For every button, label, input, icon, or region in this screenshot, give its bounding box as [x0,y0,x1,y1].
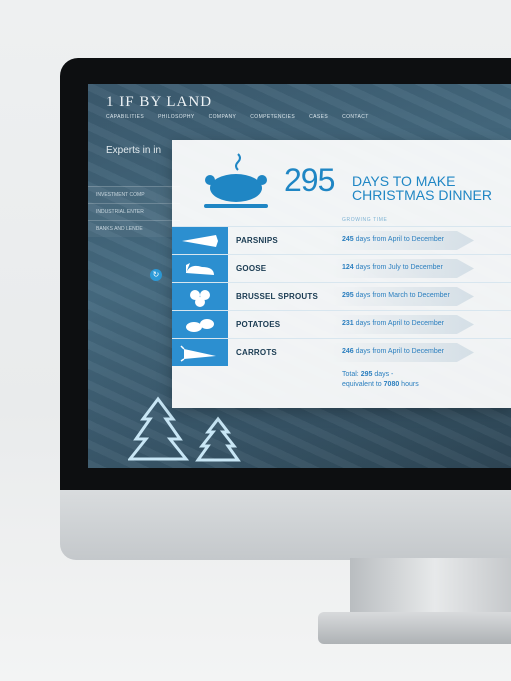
growing-time-text: 231 days from April to December [342,320,444,327]
vegetable-name: GOOSE [236,264,267,273]
side-menu: INVESTMENT COMP INDUSTRIAL ENTER BANKS A… [88,186,180,237]
side-item-industrial[interactable]: INDUSTRIAL ENTER [88,203,180,220]
nav-competencies[interactable]: COMPETENCIES [250,114,295,120]
site-header: 1 IF BY LAND CAPABILITIES PHILOSOPHY COM… [88,84,511,124]
hero-text: Experts in in [106,145,162,156]
list-item: GOOSE 124 days from July to December [172,254,511,282]
total-hours-suffix: hours [399,381,419,388]
vegetable-name: PARSNIPS [236,236,278,245]
list-item: POTATOES 231 days from April to December [172,310,511,338]
nav-philosophy[interactable]: PHILOSOPHY [158,114,195,120]
card-title: DAYS TO MAKE CHRISTMAS DINNER [352,174,511,202]
card-title-line1: DAYS TO MAKE [352,173,456,189]
growing-time-text: 124 days from July to December [342,264,443,271]
total-prefix: Total: [342,371,361,378]
days-value: 124 [342,264,354,271]
potato-icon [172,311,228,338]
vegetable-name: CARROTS [236,348,277,357]
sprouts-icon [172,283,228,310]
list-item: CARROTS 246 days from April to December [172,338,511,366]
growing-time-label: GROWING TIME [342,217,388,223]
goose-icon [172,255,228,282]
days-value: 231 [342,320,354,327]
total-hours-line: equivalent to 7080 hours [342,380,419,390]
monitor-chin [60,490,511,560]
carrot-icon [172,339,228,366]
infographic-card: 295 DAYS TO MAKE CHRISTMAS DINNER GROWIN… [172,140,511,408]
nav-capabilities[interactable]: CAPABILITIES [106,114,144,120]
refresh-icon[interactable]: ↻ [150,269,162,281]
total-days-value: 295 [360,371,373,378]
days-text: days from April to December [353,348,444,355]
days-text: days from April to December [353,320,444,327]
days-text: days from March to December [353,292,450,299]
monitor-stand [350,558,511,618]
vegetable-name: POTATOES [236,320,281,329]
growing-time-text: 295 days from March to December [342,292,450,299]
side-item-investment[interactable]: INVESTMENT COMP [88,186,180,203]
days-value: 246 [342,348,354,355]
total-days-number: 295 [284,162,335,198]
growing-time-text: 245 days from April to December [342,236,444,243]
days-text: days from July to December [353,264,443,271]
roast-turkey-icon [204,153,268,208]
growing-time-text: 246 days from April to December [342,348,444,355]
total-days-suffix: days - [372,371,394,378]
main-nav: CAPABILITIES PHILOSOPHY COMPANY COMPETEN… [106,114,369,120]
total-hours-value: 7080 [383,381,400,388]
days-text: days from April to December [353,236,444,243]
total-days-line: Total: 295 days - [342,370,419,380]
vegetable-name: BRUSSEL SPROUTS [236,292,318,301]
vegetable-list: PARSNIPS 245 days from April to December… [172,226,511,366]
list-item: PARSNIPS 245 days from April to December [172,226,511,254]
side-item-banks[interactable]: BANKS AND LENDE [88,220,180,237]
list-item: BRUSSEL SPROUTS 295 days from March to D… [172,282,511,310]
parsnip-icon [172,227,228,254]
site-logo[interactable]: 1 IF BY LAND [106,94,212,111]
days-value: 245 [342,236,354,243]
nav-contact[interactable]: CONTACT [342,114,369,120]
days-value: 295 [342,292,354,299]
total-equiv-prefix: equivalent to [342,381,384,388]
total-summary: Total: 295 days - equivalent to 7080 hou… [342,370,419,390]
monitor-stand-base [318,612,511,644]
nav-company[interactable]: COMPANY [209,114,237,120]
card-title-line2: CHRISTMAS DINNER [352,187,493,203]
nav-cases[interactable]: CASES [309,114,328,120]
